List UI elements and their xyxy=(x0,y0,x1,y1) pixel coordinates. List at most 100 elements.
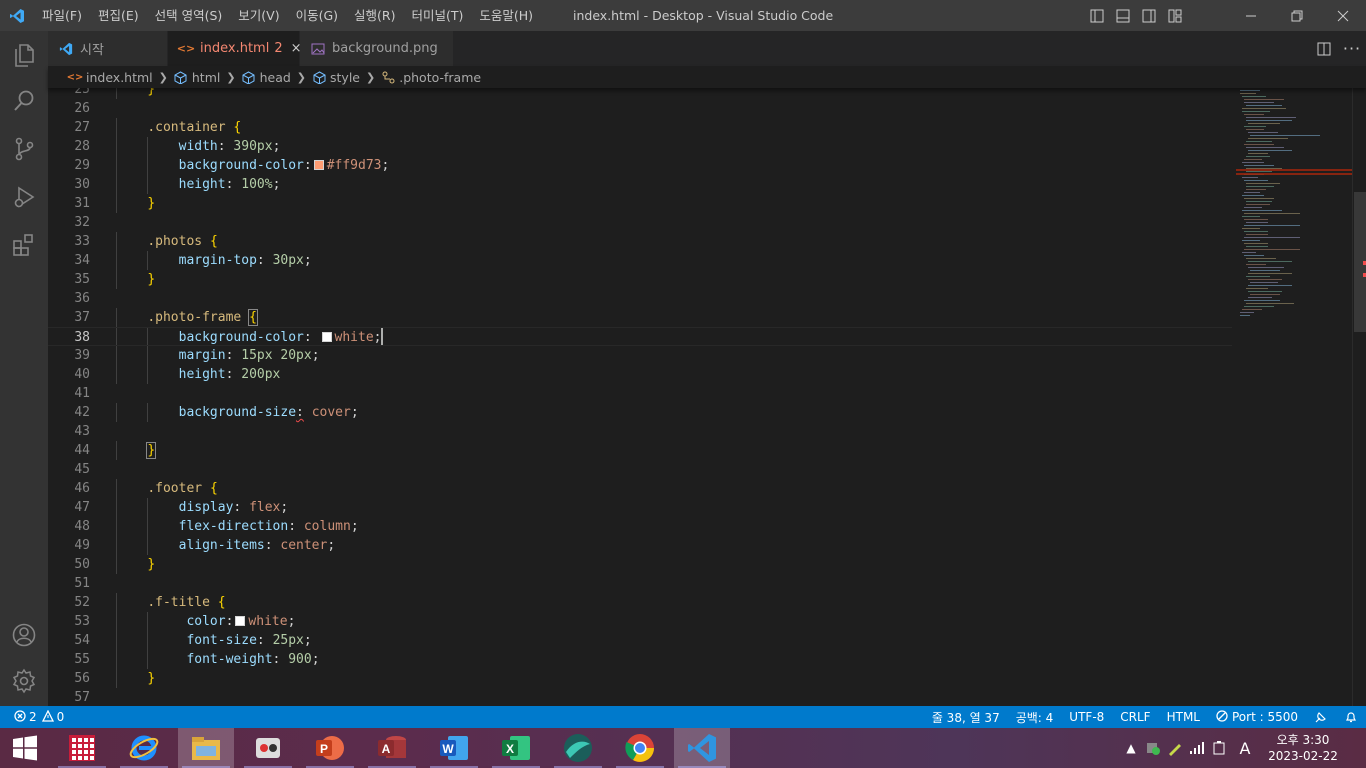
encoding[interactable]: UTF-8 xyxy=(1061,706,1112,728)
code-line[interactable]: 25 } xyxy=(48,88,1232,99)
code-line[interactable]: 33 .photos { xyxy=(48,232,1232,251)
tab-index-html[interactable]: <> index.html 2 × xyxy=(168,31,302,66)
code-line[interactable]: 51 xyxy=(48,574,1232,593)
pen-tool-icon[interactable] xyxy=(1164,728,1186,768)
code-line[interactable]: 26 xyxy=(48,99,1232,118)
minimize-icon[interactable] xyxy=(1228,0,1274,31)
code-line[interactable]: 28 width: 390px; xyxy=(48,137,1232,156)
chrome-icon[interactable] xyxy=(612,728,668,768)
minimap[interactable] xyxy=(1232,88,1352,706)
language-mode[interactable]: HTML xyxy=(1159,706,1208,728)
minimap-line xyxy=(1250,270,1280,271)
code-line[interactable]: 53 color: white; xyxy=(48,612,1232,631)
menu-item[interactable]: 실행(R) xyxy=(346,0,403,31)
notifications-bell-icon[interactable] xyxy=(1336,706,1366,728)
capture-tool-icon[interactable] xyxy=(240,728,296,768)
breadcrumb-item[interactable]: .photo-frame xyxy=(381,70,481,85)
show-hidden-icons-icon[interactable]: ▲ xyxy=(1120,728,1142,768)
code-line[interactable]: 47 display: flex; xyxy=(48,498,1232,517)
code-line[interactable]: 55 font-weight: 900; xyxy=(48,650,1232,669)
code-line[interactable]: 42 background-size: cover; xyxy=(48,403,1232,422)
code-line[interactable]: 49 align-items: center; xyxy=(48,536,1232,555)
breadcrumb-item[interactable]: html xyxy=(174,70,220,85)
restore-icon[interactable] xyxy=(1274,0,1320,31)
windows-start-icon[interactable] xyxy=(0,728,50,768)
vertical-scrollbar[interactable] xyxy=(1352,88,1366,706)
indentation[interactable]: 공백: 4 xyxy=(1008,706,1062,728)
color-swatch[interactable] xyxy=(321,332,332,342)
code-line[interactable]: 31 } xyxy=(48,194,1232,213)
problems-status[interactable]: 2 0 xyxy=(0,706,64,728)
network-signal-icon[interactable] xyxy=(1186,728,1208,768)
menu-item[interactable]: 이동(G) xyxy=(288,0,346,31)
source-control-icon[interactable] xyxy=(0,125,48,173)
breadcrumb-item[interactable]: head xyxy=(242,70,291,85)
color-swatch[interactable] xyxy=(313,160,324,170)
feedback-icon[interactable] xyxy=(1306,706,1336,728)
code-line[interactable]: 44 } xyxy=(48,441,1232,460)
vscode-icon[interactable] xyxy=(674,728,730,768)
code-line[interactable]: 37 .photo-frame { xyxy=(48,308,1232,327)
code-line[interactable]: 48 flex-direction: column; xyxy=(48,517,1232,536)
code-line[interactable]: 56 } xyxy=(48,669,1232,688)
code-line[interactable]: 50 } xyxy=(48,555,1232,574)
menu-item[interactable]: 선택 영역(S) xyxy=(147,0,231,31)
extensions-icon[interactable] xyxy=(0,221,48,269)
breadcrumb-item[interactable]: style xyxy=(312,70,360,85)
live-server-port[interactable]: Port : 5500 xyxy=(1208,706,1306,728)
settings-gear-icon[interactable] xyxy=(0,657,48,705)
code-line[interactable]: 32 xyxy=(48,213,1232,232)
code-line[interactable]: 45 xyxy=(48,460,1232,479)
battery-icon[interactable] xyxy=(1208,728,1230,768)
toggle-panel-icon[interactable] xyxy=(1110,0,1136,31)
code-line[interactable]: 54 font-size: 25px; xyxy=(48,631,1232,650)
powerpoint-icon[interactable]: P xyxy=(302,728,358,768)
code-line[interactable]: 43 xyxy=(48,422,1232,441)
code-line[interactable]: 52 .f-title { xyxy=(48,593,1232,612)
clock[interactable]: 오후 3:30 2023-02-22 xyxy=(1260,732,1346,764)
access-icon[interactable]: A xyxy=(364,728,420,768)
internet-explorer-icon[interactable] xyxy=(116,728,172,768)
ime-indicator[interactable]: A xyxy=(1230,728,1260,768)
more-actions-icon[interactable]: ··· xyxy=(1338,31,1366,66)
toggle-secondary-sidebar-icon[interactable] xyxy=(1136,0,1162,31)
search-icon[interactable] xyxy=(0,77,48,125)
code-line[interactable]: 29 background-color: #ff9d73; xyxy=(48,156,1232,175)
code-line[interactable]: 34 margin-top: 30px; xyxy=(48,251,1232,270)
breadcrumb-item[interactable]: <> index.html xyxy=(67,70,153,85)
code-line[interactable]: 57 xyxy=(48,688,1232,706)
tiles-app-icon[interactable] xyxy=(54,728,110,768)
customize-layout-icon[interactable] xyxy=(1162,0,1188,31)
bird-app-icon[interactable] xyxy=(550,728,606,768)
toggle-primary-sidebar-icon[interactable] xyxy=(1084,0,1110,31)
tab-background-png[interactable]: background.png xyxy=(300,31,454,66)
run-debug-icon[interactable] xyxy=(0,173,48,221)
menu-item[interactable]: 보기(V) xyxy=(230,0,287,31)
code-line[interactable]: 38 background-color: white; xyxy=(48,327,1232,346)
code-line[interactable]: 41 xyxy=(48,384,1232,403)
code-line[interactable]: 40 height: 200px xyxy=(48,365,1232,384)
split-editor-icon[interactable] xyxy=(1310,31,1338,66)
menu-item[interactable]: 터미널(T) xyxy=(404,0,472,31)
excel-icon[interactable]: X xyxy=(488,728,544,768)
code-line[interactable]: 30 height: 100%; xyxy=(48,175,1232,194)
file-explorer-icon[interactable] xyxy=(178,728,234,768)
menu-item[interactable]: 파일(F) xyxy=(34,0,90,31)
menu-item[interactable]: 편집(E) xyxy=(90,0,147,31)
code-line[interactable]: 36 xyxy=(48,289,1232,308)
code-line[interactable]: 39 margin: 15px 20px; xyxy=(48,346,1232,365)
code-line[interactable]: 46 .footer { xyxy=(48,479,1232,498)
accounts-icon[interactable] xyxy=(0,611,48,659)
tab-welcome[interactable]: 시작 xyxy=(48,31,168,66)
code-line[interactable]: 27 .container { xyxy=(48,118,1232,137)
code-line[interactable]: 35 } xyxy=(48,270,1232,289)
close-icon[interactable] xyxy=(1320,0,1366,31)
menu-item[interactable]: 도움말(H) xyxy=(471,0,541,31)
code-editor[interactable]: 25 } 26 27 .container {28 width: 390px; 29 … xyxy=(48,88,1366,706)
color-swatch[interactable] xyxy=(235,616,246,626)
word-icon[interactable]: W xyxy=(426,728,482,768)
line-ending[interactable]: CRLF xyxy=(1112,706,1158,728)
cursor-position[interactable]: 줄 38, 열 37 xyxy=(924,706,1008,728)
explorer-icon[interactable] xyxy=(0,31,48,79)
security-shield-icon[interactable] xyxy=(1142,728,1164,768)
